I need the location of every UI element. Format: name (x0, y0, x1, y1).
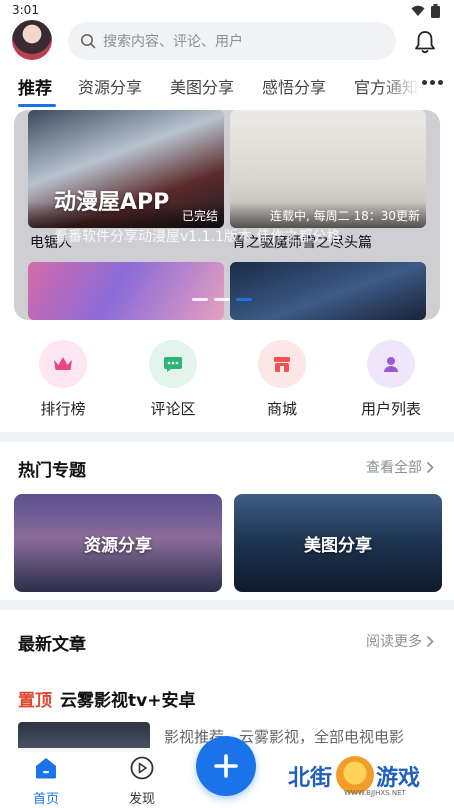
pinned-badge: 置顶 (18, 691, 52, 711)
search-bar[interactable]: 搜索内容、评论、用户 (68, 22, 396, 60)
tile-status: 连载中, 每周二 18：30更新 (270, 209, 420, 223)
nav-discover[interactable]: 发现 (112, 756, 172, 807)
bell-icon[interactable] (414, 30, 436, 54)
tabs-fade (380, 66, 420, 106)
quick-entry-label: 排行榜 (40, 400, 86, 418)
banner-tile-blue-exorcist[interactable]: 连载中, 每周二 18：30更新 (230, 110, 426, 228)
quick-entry-shop[interactable]: 商城 (242, 340, 322, 419)
system-icons (411, 4, 440, 18)
user-avatar[interactable] (12, 20, 52, 60)
status-bar: 3:01 (0, 0, 454, 22)
play-circle-icon (130, 756, 154, 780)
shop-icon (258, 340, 306, 388)
nav-label: 首页 (32, 792, 59, 807)
watermark-url: WWW.BJJHXS.NET (344, 789, 406, 797)
section-divider (0, 432, 454, 442)
topic-card-resources[interactable]: 资源分享 (14, 494, 222, 592)
articles-more-label: 阅读更多 (366, 634, 422, 650)
topic-card-images[interactable]: 美图分享 (234, 494, 442, 592)
tab-resources[interactable]: 资源分享 (78, 74, 142, 98)
active-tab-indicator (18, 104, 56, 107)
tab-images[interactable]: 美图分享 (170, 74, 234, 98)
quick-entry-users[interactable]: 用户列表 (351, 340, 431, 419)
wifi-icon (411, 5, 425, 16)
watermark-text: 北街 (288, 766, 333, 791)
topics-more-label: 查看全部 (366, 460, 422, 476)
nav-home[interactable]: 首页 (16, 756, 76, 807)
topics-more-link[interactable]: 查看全部 (366, 457, 434, 477)
tab-insights[interactable]: 感悟分享 (262, 74, 326, 98)
topics-section-title: 热门专题 (18, 461, 86, 481)
banner-tile[interactable] (230, 262, 426, 320)
crown-icon (39, 340, 87, 388)
quick-entries: 排行榜 评论区 商城 用户列表 (0, 340, 454, 424)
quick-entry-comments[interactable]: 评论区 (133, 340, 213, 419)
battery-icon (431, 4, 440, 18)
quick-entry-ranking[interactable]: 排行榜 (23, 340, 103, 419)
comment-icon (149, 340, 197, 388)
section-divider (0, 600, 454, 610)
quick-entry-label: 用户列表 (360, 400, 421, 418)
articles-more-link[interactable]: 阅读更多 (366, 631, 434, 651)
search-icon (81, 34, 96, 49)
status-time: 3:01 (12, 3, 39, 17)
banner-carousel[interactable]: 已完结 连载中, 每周二 18：30更新 电锯人 青之驱魔师雪之尽头篇 动漫屋A… (14, 110, 440, 320)
app-screen: 3:01 搜索内容、评论、用户 推荐 资源分享 美图分享 感悟分享 官方通知 已… (0, 0, 454, 808)
search-placeholder: 搜索内容、评论、用户 (103, 34, 243, 50)
article-title: 云雾影视tv+安卓 (60, 691, 196, 711)
articles-section-title: 最新文章 (18, 635, 86, 655)
create-post-button[interactable] (196, 736, 256, 796)
user-icon (367, 340, 415, 388)
chevron-right-icon (426, 461, 434, 473)
tab-recommend[interactable]: 推荐 (18, 74, 52, 99)
banner-tile[interactable] (28, 262, 224, 320)
watermark-text: 游戏 (376, 766, 421, 791)
plus-icon (214, 754, 238, 778)
quick-entry-label: 商城 (266, 400, 297, 418)
carousel-indicator (192, 298, 252, 301)
pinned-article-title[interactable]: 置顶 云雾影视tv+安卓 (18, 686, 195, 711)
category-tabs: 推荐 资源分享 美图分享 感悟分享 官方通知 (0, 66, 454, 107)
more-tabs-icon[interactable] (422, 80, 443, 85)
topic-card-label: 资源分享 (84, 535, 152, 556)
banner-app-desc: 看番软件分享动漫屋v1.1.1版本 佳作之都分格 (54, 229, 341, 245)
home-icon (36, 758, 56, 779)
chevron-right-icon (426, 635, 434, 647)
article-summary: 影视推荐，云雾影视，全部电视电影 (164, 728, 405, 746)
banner-app-title: 动漫屋APP (54, 190, 170, 215)
topic-card-label: 美图分享 (304, 535, 372, 556)
tile-status: 已完结 (181, 209, 218, 223)
quick-entry-label: 评论区 (150, 400, 196, 418)
nav-label: 发现 (128, 792, 155, 807)
watermark-logo: 北街 游戏 WWW.BJJHXS.NET (284, 756, 444, 802)
